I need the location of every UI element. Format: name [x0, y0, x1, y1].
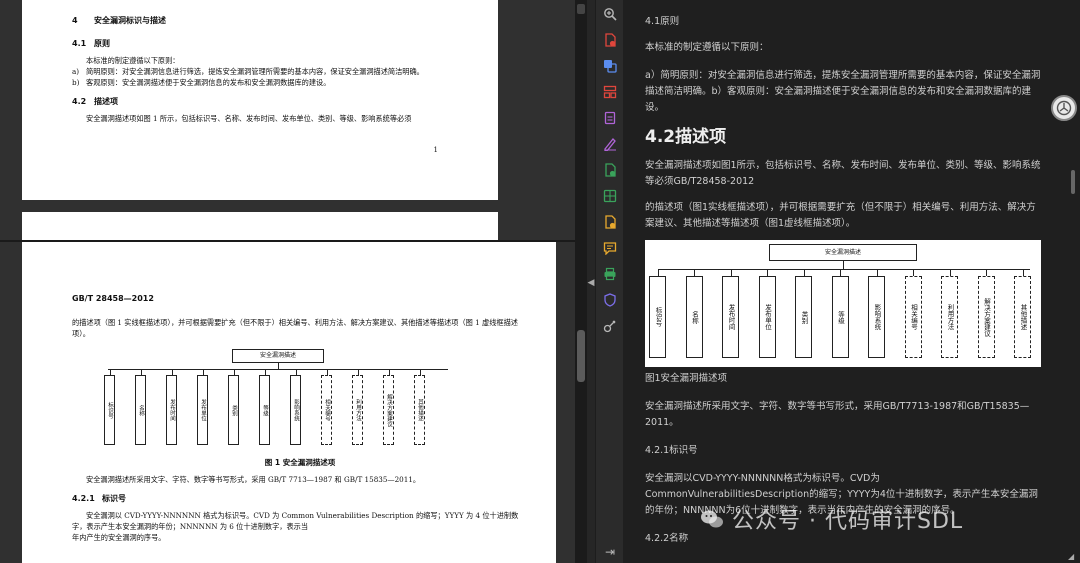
- text-content: 4.1原则 本标准的制定遵循以下原则： a）简明原则：对安全漏洞信息进行筛选，提…: [645, 0, 1041, 547]
- diagram-item-box: 利用方法: [352, 375, 363, 445]
- id-paragraph-tail: 年内产生的安全漏洞的序号。: [72, 533, 166, 542]
- diagram-item-connector: [730, 269, 732, 276]
- id-paragraph: 安全漏洞以 CVD-YYYY-NNNNNN 格式为标识号。CVD 为 Commo…: [72, 511, 519, 531]
- diagram-item-box: 相关编号: [321, 375, 332, 445]
- page-number: 1: [433, 146, 438, 154]
- pdf-page-1: 4 安全漏洞标识与描述 4.1 原则 本标准的制定遵循以下原则： a) 简明原则：对安…: [22, 0, 498, 200]
- diagram-item-box: 利用方法: [941, 276, 958, 358]
- wechat-icon: [701, 510, 723, 528]
- diagram-item-box: 发布单位: [197, 375, 208, 445]
- pdf-page-3: GB/T 28458—2012 的描述项（图 1 实线框描述项），并可根据需要扩…: [22, 242, 556, 563]
- diagram-item-connector: [913, 269, 914, 276]
- diagram-item-box: 名称: [135, 375, 146, 445]
- fonts-text: 安全漏洞描述所采用文字、字符、数字等书写形式，采用GB/T7713-1987和G…: [645, 401, 1030, 428]
- pdf-convert-icon[interactable]: [600, 30, 620, 50]
- diagram-item-connector: [840, 269, 841, 276]
- add-doc-icon[interactable]: [600, 160, 620, 180]
- principle-a: a) 简明原则：对安全漏洞信息进行筛选，提炼安全漏洞管理所需要的基本内容，保证安全…: [72, 67, 424, 76]
- fonts-paragraph: 安全漏洞描述所采用文字、字符、数字等书写形式，采用 GB/T 7713—1987…: [86, 475, 421, 484]
- diagram-item-box: 等级: [831, 276, 849, 358]
- diagram-item-box: 名称: [685, 276, 703, 358]
- diagram-item-box: 标识号: [649, 276, 666, 358]
- continuation-paragraph: 的描述项（图 1 实线框描述项），并可根据需要扩充（但不限于）相关编号、利用方法…: [72, 318, 518, 338]
- diagram-root-box: 安全漏洞描述: [769, 244, 917, 261]
- diagram-item-connector: [694, 269, 695, 276]
- pdf-page-2-top-edge: [22, 212, 498, 241]
- layout-icon[interactable]: [600, 82, 620, 102]
- diagram-item-box: 类别: [228, 375, 239, 445]
- figure-caption-text: 图1安全漏洞描述项: [645, 373, 728, 384]
- pdf-scrollbar-thumb[interactable]: [577, 330, 585, 382]
- watermark: 公众号 · 代码审计SDL: [700, 502, 963, 536]
- heading-4-1: 4.1原则: [645, 16, 680, 27]
- resize-corner-icon[interactable]: ◢: [1068, 552, 1078, 562]
- diagram-item-box: 解决方案建议: [977, 276, 995, 358]
- diagram-item-connector: [803, 269, 805, 276]
- doc-icon[interactable]: [600, 108, 620, 128]
- diagram-item-box: 其他描述: [1014, 276, 1031, 358]
- section-4-1-heading: 4.1 原则: [72, 39, 110, 48]
- diagram-item-box: 影响系统: [290, 375, 301, 445]
- diagram-item-connector: [876, 269, 878, 276]
- watermark-text: 公众号 · 代码审计SDL: [732, 509, 964, 534]
- desc-text: 安全漏洞描述项如图1所示，包括标识号、名称、发布时间、发布单位、类别、等级、影响…: [645, 160, 1041, 187]
- diagram-item-box: 其他描述: [414, 375, 425, 445]
- section-4-2-1-heading: 4.2.1 标识号: [72, 494, 126, 503]
- zoom-in-icon[interactable]: [600, 4, 620, 24]
- pdf-scrollbar-top-thumb[interactable]: [577, 4, 585, 14]
- diagram-item-box: 类别: [795, 276, 812, 358]
- tool-rail: ⇥: [595, 0, 623, 563]
- intro-paragraph: 本标准的制定遵循以下原则：: [86, 56, 180, 65]
- extracted-text-pane[interactable]: 4.1原则 本标准的制定遵循以下原则： a）简明原则：对安全漏洞信息进行筛选，提…: [623, 0, 1080, 563]
- desc-paragraph: 安全漏洞描述项如图 1 所示，包括标识号、名称、发布时间、发布单位、类别、等级、…: [86, 114, 412, 123]
- diagram-item-box: 发布时间: [722, 276, 739, 358]
- diagram-root-box: 安全漏洞描述: [232, 349, 324, 363]
- collapse-arrow-icon[interactable]: ◀: [587, 276, 595, 290]
- principles-text: a）简明原则：对安全漏洞信息进行筛选，提炼安全漏洞管理所需要的基本内容，保证安全…: [645, 70, 1041, 113]
- figure-caption: 图 1 安全漏洞描述项: [264, 458, 336, 467]
- tools-icon[interactable]: [600, 316, 620, 336]
- intro-text: 本标准的制定遵循以下原则：: [645, 42, 769, 53]
- diagram-item-connector: [949, 269, 951, 276]
- diagram-item-box: 相关编号: [904, 276, 922, 358]
- shield-icon[interactable]: [600, 290, 620, 310]
- diagram-item-box: 等级: [259, 375, 270, 445]
- diagram-item-box: 影响系统: [868, 276, 885, 358]
- ppt-icon[interactable]: [600, 212, 620, 232]
- assistant-icon: [1056, 100, 1072, 116]
- expand-icon[interactable]: ⇥: [600, 542, 620, 562]
- section-4-heading: 4 安全漏洞标识与描述: [72, 16, 166, 25]
- floating-assistant-button[interactable]: [1051, 95, 1077, 121]
- diagram-item-box: 解决方案建议: [383, 375, 394, 445]
- figure-1-image: 安全漏洞描述 标识号 名称 发布时间 发布单位 类别 等级 影响系统 相关编号 利用方法 解决方案…: [645, 240, 1041, 367]
- comment-icon[interactable]: [600, 238, 620, 258]
- pdf-scrollbar[interactable]: [575, 0, 587, 563]
- heading-4-2-1: 4.2.1标识号: [645, 445, 698, 456]
- pdf-reader-window: 4 安全漏洞标识与描述 4.1 原则 本标准的制定遵循以下原则： a) 简明原则：对安…: [0, 0, 1080, 563]
- figure-1-diagram: 安全漏洞描述 标识号 名称 发布时间 发布单位 类别 等级 影响系统 相关编号 利用方法 解决方案…: [102, 349, 462, 453]
- excel-icon[interactable]: [600, 186, 620, 206]
- heading-4-2: 4.2描述项: [645, 127, 727, 147]
- diagram-item-connector: [986, 269, 987, 276]
- diagram-item-connector: [657, 269, 659, 276]
- section-4-2-heading: 4.2 描述项: [72, 97, 118, 106]
- diagram-item-box: 发布单位: [758, 276, 776, 358]
- standard-header: GB/T 28458—2012: [72, 294, 154, 303]
- sign-icon[interactable]: [600, 134, 620, 154]
- figure-1-diagram-right: 安全漏洞描述 标识号 名称 发布时间 发布单位 类别 等级 影响系统 相关编号 利用方法 解决方案…: [645, 240, 1041, 367]
- diagram-item-box: 发布时间: [166, 375, 177, 445]
- diagram-item-connector: [767, 269, 768, 276]
- translate-icon[interactable]: [600, 56, 620, 76]
- diagram-item-connector: [1022, 269, 1024, 276]
- print-icon[interactable]: [600, 264, 620, 284]
- pdf-viewer-pane[interactable]: 4 安全漏洞标识与描述 4.1 原则 本标准的制定遵循以下原则： a) 简明原则：对安…: [0, 0, 587, 563]
- principle-b: b) 客观原则：安全漏洞描述便于安全漏洞信息的发布和安全漏洞数据库的建设。: [72, 78, 331, 87]
- diagram-item-box: 标识号: [104, 375, 115, 445]
- continuation-text: 的描述项（图1实线框描述项），并可根据需要扩充（但不限于）相关编号、利用方法、解…: [645, 202, 1036, 229]
- text-scrollbar-thumb[interactable]: [1071, 170, 1075, 194]
